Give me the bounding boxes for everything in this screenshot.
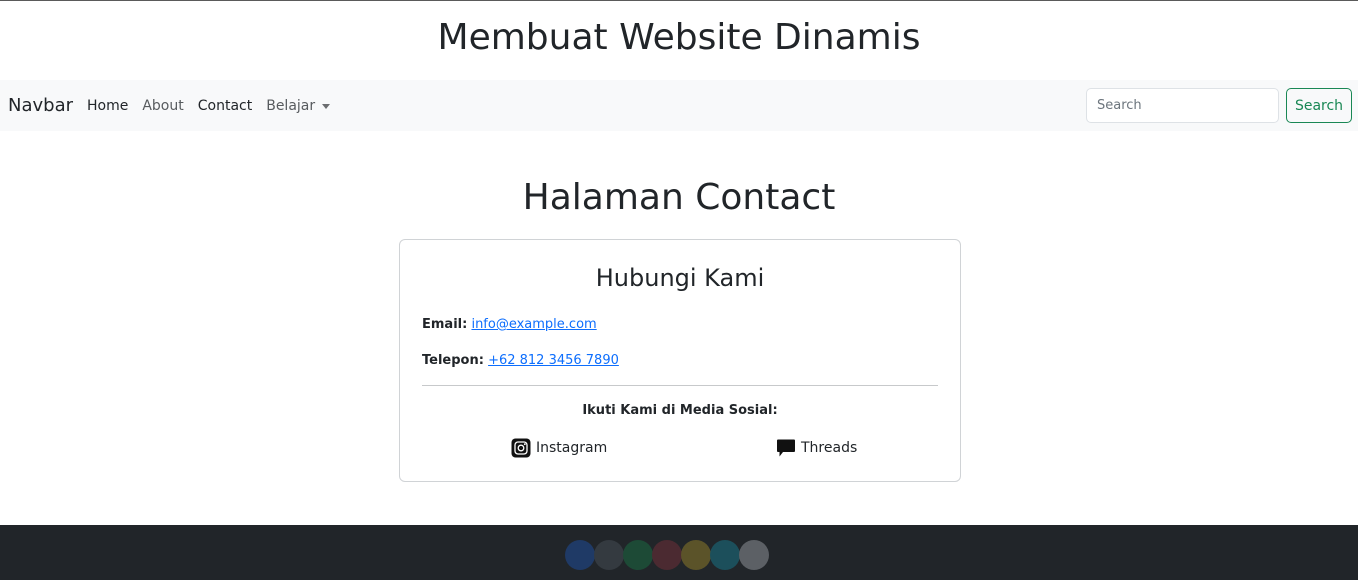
social-title: Ikuti Kami di Media Sosial: xyxy=(582,403,778,418)
navbar-brand[interactable]: Navbar xyxy=(8,94,73,118)
color-dot[interactable] xyxy=(710,540,740,570)
color-dot[interactable] xyxy=(565,540,595,570)
caret-down-icon xyxy=(322,103,331,109)
nav-item-belajar-label: Belajar xyxy=(266,98,316,114)
search-button[interactable]: Search xyxy=(1286,88,1352,123)
phone-row: Telepon: +62 812 3456 7890 xyxy=(422,352,619,370)
instagram-link[interactable]: Instagram xyxy=(511,438,607,458)
nav-links: Home About Contact Belajar xyxy=(87,97,344,115)
chat-bubble-icon xyxy=(777,439,795,457)
instagram-label: Instagram xyxy=(536,440,608,456)
navbar: Navbar Home About Contact Belajar Search xyxy=(0,80,1358,131)
nav-item-home[interactable]: Home xyxy=(87,97,128,115)
email-row: Email: info@example.com xyxy=(422,316,597,334)
color-dot[interactable] xyxy=(623,540,653,570)
threads-label: Threads xyxy=(801,440,858,456)
nav-item-belajar-dropdown[interactable]: Belajar xyxy=(266,97,331,115)
color-dot[interactable] xyxy=(739,540,769,570)
phone-label: Telepon: xyxy=(422,353,484,368)
page-heading: Halaman Contact xyxy=(522,177,836,218)
color-dot[interactable] xyxy=(652,540,682,570)
color-dots xyxy=(565,540,769,570)
contact-card: Hubungi Kami Email: info@example.com Tel… xyxy=(399,239,961,482)
email-link[interactable]: info@example.com xyxy=(471,317,596,332)
color-dot[interactable] xyxy=(594,540,624,570)
nav-item-about[interactable]: About xyxy=(142,97,183,115)
search-input[interactable] xyxy=(1086,88,1279,123)
site-title: Membuat Website Dinamis xyxy=(437,17,921,58)
top-border xyxy=(0,0,1358,1)
footer xyxy=(0,525,1358,580)
instagram-icon xyxy=(511,438,531,458)
divider xyxy=(422,385,938,386)
phone-link[interactable]: +62 812 3456 7890 xyxy=(488,353,619,368)
color-dot[interactable] xyxy=(681,540,711,570)
card-title: Hubungi Kami xyxy=(595,264,765,292)
nav-item-contact[interactable]: Contact xyxy=(198,97,252,115)
threads-link[interactable]: Threads xyxy=(776,438,857,458)
email-label: Email: xyxy=(422,317,468,332)
